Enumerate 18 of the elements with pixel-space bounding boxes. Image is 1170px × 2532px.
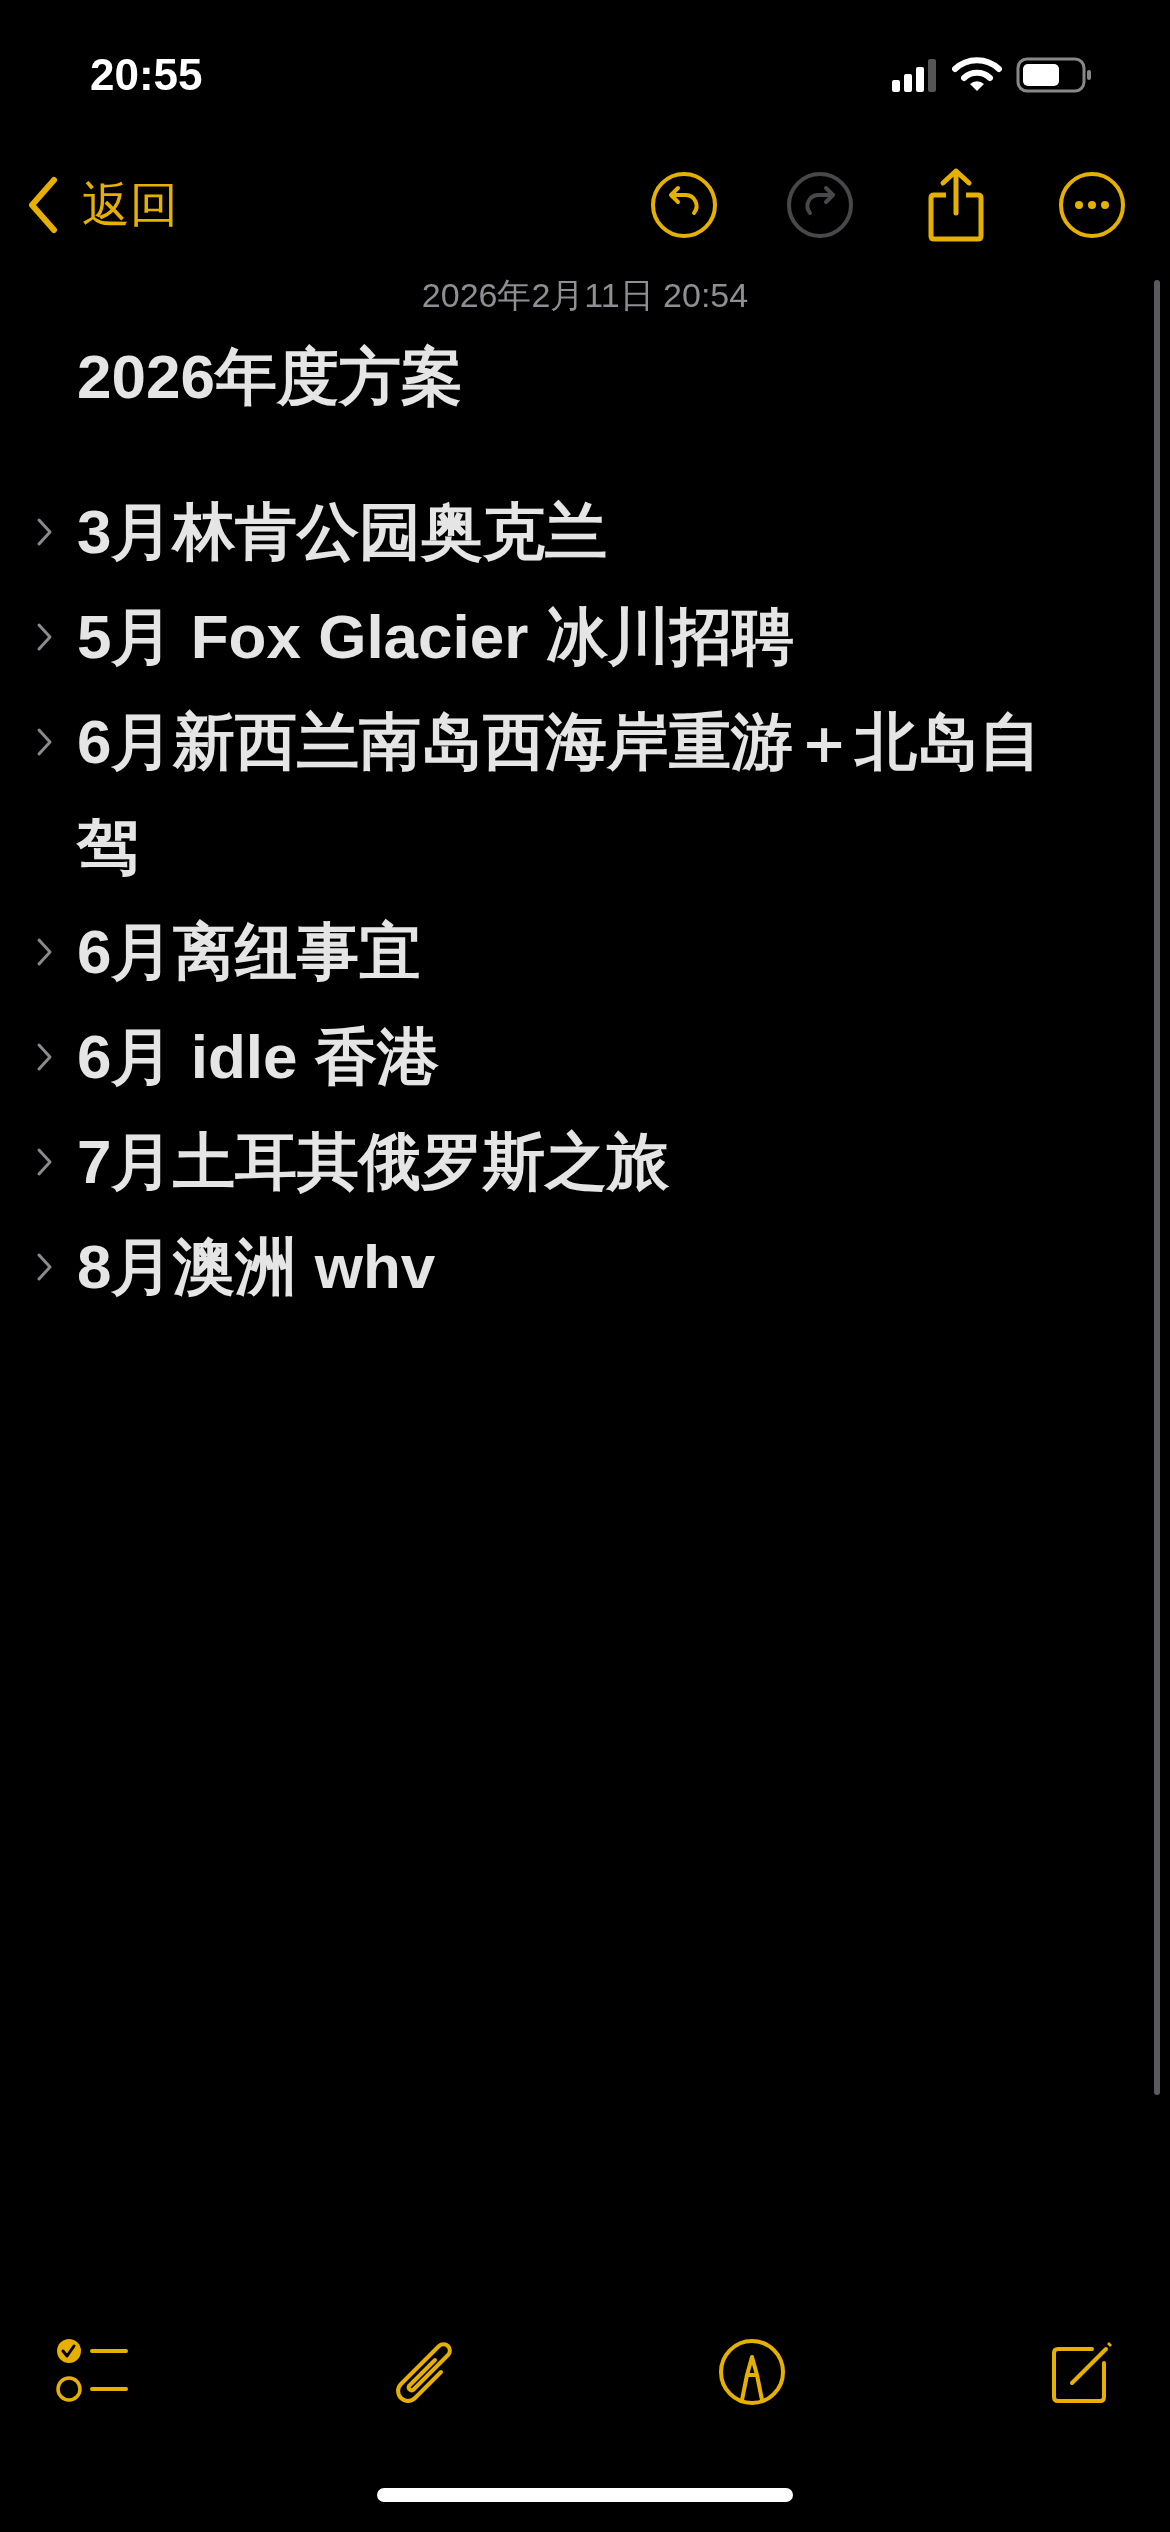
- back-chevron-icon: [26, 176, 60, 234]
- note-heading: 8月澳洲 whv: [77, 1231, 436, 1303]
- more-button[interactable]: [1058, 171, 1126, 239]
- note-heading: 6月新西兰南岛西海岸重游＋北岛自驾: [77, 706, 1043, 883]
- status-time: 20:55: [90, 49, 203, 101]
- battery-icon: [1016, 57, 1092, 93]
- note-date: 2026年2月11日 20:54: [421, 275, 749, 316]
- note-heading: 3月林肯公园奥克兰: [77, 496, 608, 568]
- note-heading: 6月 idle 香港: [77, 1021, 439, 1093]
- undo-button[interactable]: [650, 171, 718, 239]
- note-heading: 6月离纽事宜: [77, 916, 422, 988]
- markup-button[interactable]: [717, 2337, 788, 2407]
- wifi-icon: [952, 57, 1002, 93]
- note-title: 2026年度方案: [77, 342, 463, 411]
- signal-icon: [892, 58, 938, 92]
- note-heading: 7月土耳其俄罗斯之旅: [77, 1126, 670, 1198]
- note-heading: 5月 Fox Glacier 冰川招聘: [77, 601, 794, 673]
- back-button[interactable]: 返回: [26, 169, 178, 241]
